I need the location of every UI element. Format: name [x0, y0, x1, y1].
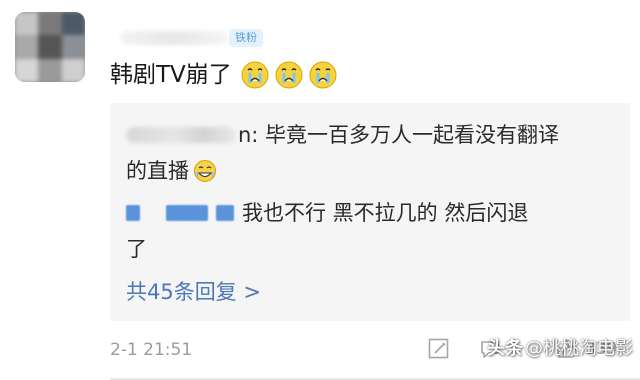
reply-text-1: n: 毕竟一百多万人一起看没有翻译: [238, 123, 560, 147]
crying-emoji-icon: [241, 61, 269, 89]
more-replies-link[interactable]: 共45条回复 >: [126, 275, 261, 309]
reply-line-4: 了: [126, 231, 147, 267]
edit-icon[interactable]: [427, 337, 451, 361]
watermark-account: @桃桃淘电影: [525, 338, 633, 359]
watermark: 头条 @桃桃淘电影: [487, 336, 633, 362]
reply-line-3: 我也不行 黑不拉几的 然后闪退: [126, 195, 528, 231]
blurred-reply-names: [126, 205, 234, 221]
avatar[interactable]: [15, 12, 85, 82]
watermark-app: 头条: [487, 338, 523, 359]
reply-box[interactable]: n: 毕竟一百多万人一起看没有翻译 的直播 我也不行 黑不拉几的 然后闪退 了 …: [110, 103, 630, 321]
fan-badge: 铁粉: [229, 29, 263, 47]
laughing-emoji-icon: [194, 160, 216, 182]
comment-line: 韩剧TV崩了: [110, 58, 342, 92]
comment-text: 韩剧TV崩了: [110, 62, 232, 88]
username-blurred[interactable]: [120, 31, 228, 45]
crying-emoji-icon: [309, 61, 337, 89]
reply-username-blurred[interactable]: [126, 127, 236, 143]
avatar-mosaic: [15, 12, 85, 82]
reply-text-4: 了: [126, 237, 147, 261]
reply-line-1: n: 毕竟一百多万人一起看没有翻译: [126, 117, 559, 153]
reply-text-3: 我也不行 黑不拉几的 然后闪退: [242, 201, 529, 225]
timestamp: 2-1 21:51: [110, 340, 193, 360]
reply-text-2: 的直播: [126, 159, 189, 183]
reply-line-2: 的直播: [126, 153, 217, 189]
crying-emoji-icon: [275, 61, 303, 89]
